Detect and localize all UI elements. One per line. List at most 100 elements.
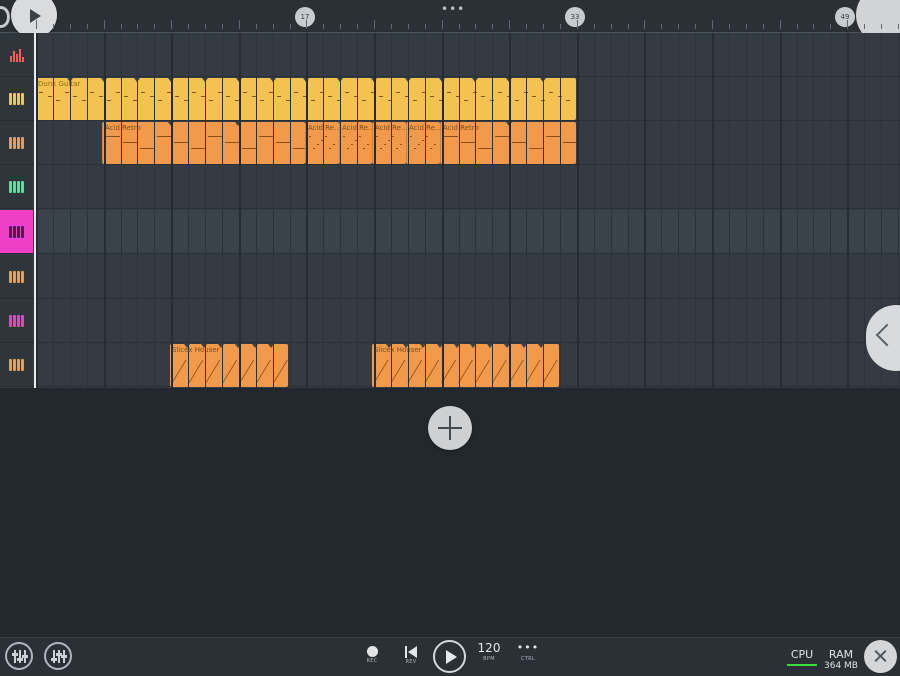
note: [414, 148, 416, 149]
ruler-tick: [137, 24, 139, 29]
slice-stroke: [441, 359, 456, 384]
slice-stroke: [256, 359, 271, 384]
track-icon-8[interactable]: [0, 343, 33, 387]
track-icon-levels[interactable]: [0, 33, 33, 77]
note: [123, 142, 137, 143]
ruler-tick: [221, 24, 223, 29]
ruler-tick: [593, 24, 595, 29]
play-button[interactable]: [433, 640, 466, 673]
rec-button[interactable]: REC: [362, 642, 382, 664]
keys-icon: [9, 180, 24, 193]
ruler-tick: [695, 24, 697, 29]
close-button[interactable]: [864, 640, 897, 673]
rev-button[interactable]: REV: [401, 642, 421, 665]
note: [396, 148, 398, 149]
note: [107, 100, 111, 101]
menu-dots-icon[interactable]: •••: [441, 2, 465, 16]
note: [392, 136, 394, 137]
clip-acid-retro-short-2[interactable]: Acid Re...: [339, 122, 372, 164]
track-icon-6[interactable]: [0, 255, 33, 299]
bpm-button[interactable]: 120 BPM: [475, 641, 503, 662]
cpu-bar: [787, 664, 817, 666]
clip-acid-retro-short-3[interactable]: Acid Re...: [372, 122, 406, 164]
slice-stroke: [390, 359, 406, 384]
ruler-tick: [255, 24, 257, 29]
grid-line: [120, 33, 122, 388]
ruler-tick: [69, 24, 71, 29]
clip-acid-retro-short-1[interactable]: Acid Re...: [305, 122, 339, 164]
track-row-4[interactable]: [0, 165, 900, 209]
clip-slicex-houser-2[interactable]: Slicex Houser: [372, 344, 559, 387]
note: [430, 148, 432, 149]
playhead[interactable]: [34, 33, 36, 388]
note: [546, 136, 560, 137]
ruler-tick: [238, 20, 240, 29]
track-icon-3[interactable]: [0, 121, 33, 165]
track-row-5[interactable]: [0, 210, 900, 254]
grid-line: [593, 33, 595, 388]
bar-marker-17[interactable]: 17: [295, 7, 315, 27]
track-icon-4[interactable]: [0, 165, 33, 209]
grid-line: [238, 33, 241, 388]
ruler-tick: [441, 20, 443, 29]
track-row-7[interactable]: [0, 299, 900, 343]
channel-rack-button[interactable]: [44, 642, 72, 670]
ruler-tick: [407, 24, 409, 29]
track-icon-2[interactable]: [0, 77, 33, 121]
slice-stroke: [205, 359, 221, 384]
ctrl-button[interactable]: ••• CTRL: [514, 641, 542, 662]
note: [149, 96, 154, 97]
track-row-6[interactable]: [0, 255, 900, 299]
grid-line: [103, 33, 106, 388]
mixer-button[interactable]: [5, 642, 33, 670]
note: [380, 148, 382, 149]
rev-label: REV: [405, 659, 417, 665]
timeline-ruler[interactable]: ••• 17 33 49: [0, 0, 900, 44]
keys-icon: [9, 358, 24, 371]
note: [317, 144, 319, 145]
slice-stroke: [525, 359, 541, 384]
note: [347, 148, 349, 149]
note: [39, 92, 43, 93]
note: [325, 136, 327, 137]
ruler-tick: [543, 24, 544, 29]
bar-marker-49[interactable]: 49: [835, 7, 855, 27]
ruler-tick: [813, 24, 815, 29]
bar-marker-33[interactable]: 33: [565, 7, 585, 27]
grid-line: [576, 33, 579, 388]
note: [359, 136, 361, 137]
slice-stroke: [239, 359, 254, 384]
note: [434, 144, 436, 145]
note: [418, 144, 420, 145]
note: [209, 100, 213, 101]
note: [495, 136, 509, 137]
note: [259, 136, 273, 137]
ram-label: RAM: [828, 648, 854, 661]
ruler-tick: [830, 24, 832, 29]
note: [217, 92, 222, 93]
grid-line: [627, 33, 629, 388]
grid-line: [205, 33, 206, 388]
note: [226, 96, 230, 97]
keys-icon: [9, 314, 24, 327]
ruler-tick: [881, 24, 882, 29]
grid-line: [610, 33, 612, 388]
ram-value: 364 MB: [824, 661, 858, 671]
clip-acid-retro-2[interactable]: Acid Retro: [440, 122, 576, 164]
clip-acid-retro[interactable]: Acid Retro: [102, 122, 305, 164]
note: [309, 136, 311, 137]
add-track-button[interactable]: [428, 406, 472, 450]
note: [363, 148, 365, 149]
track-icon-5-selected[interactable]: [0, 210, 33, 254]
back-icon[interactable]: [0, 6, 10, 28]
slice-stroke: [273, 359, 288, 384]
slice-stroke: [424, 359, 440, 384]
clip-acid-retro-short-4[interactable]: Acid Re...: [406, 122, 440, 164]
note: [140, 148, 154, 149]
grid-line: [188, 33, 190, 388]
slice-stroke: [373, 359, 389, 384]
track-row-1[interactable]: [0, 33, 900, 77]
ruler-tick: [357, 24, 359, 29]
track-icon-7[interactable]: [0, 299, 33, 343]
ruler-tick: [272, 24, 274, 29]
